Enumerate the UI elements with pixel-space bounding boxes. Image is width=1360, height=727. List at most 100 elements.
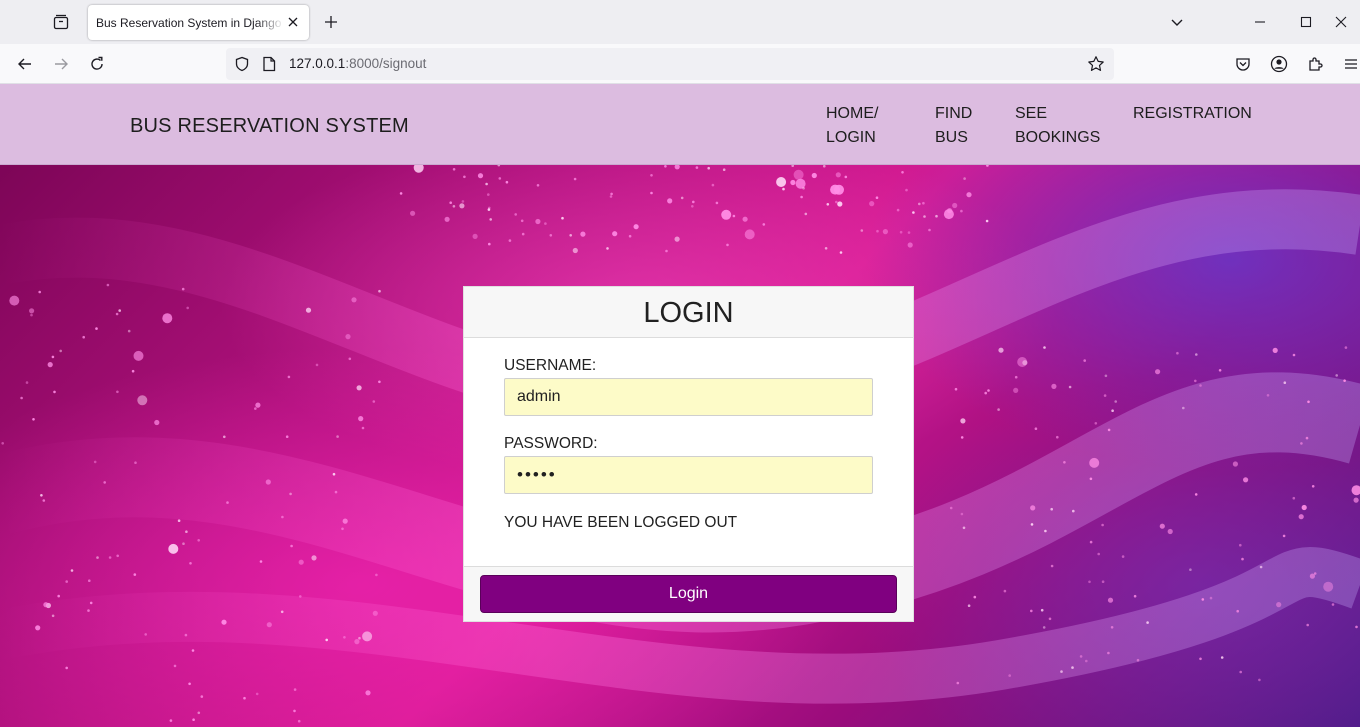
sparkle-particle — [997, 408, 1000, 411]
sparkle-particle — [1201, 598, 1205, 601]
sparkle-particle — [561, 216, 564, 220]
sparkle-particle — [116, 554, 119, 558]
sparkle-particle — [1311, 485, 1315, 488]
back-arrow-icon[interactable] — [11, 50, 39, 78]
sparkle-particle — [928, 228, 931, 232]
sparkle-particle — [984, 391, 987, 395]
sparkle-particle — [912, 211, 915, 214]
login-button[interactable]: Login — [480, 575, 897, 613]
nav-find-bus-line1: FIND — [935, 105, 973, 122]
sparkle-particle — [1344, 346, 1348, 349]
hamburger-menu-icon[interactable] — [1337, 50, 1360, 78]
sparkle-particle — [732, 214, 736, 218]
nav-home-login[interactable]: HOME/LOGIN — [826, 102, 878, 150]
reload-icon[interactable] — [83, 50, 111, 78]
close-window-icon[interactable] — [1327, 8, 1355, 36]
forward-arrow-icon[interactable] — [47, 50, 75, 78]
sparkle-particle — [375, 573, 378, 577]
sparkle-particle — [869, 201, 875, 207]
sparkle-particle — [168, 543, 179, 554]
sparkle-particle — [133, 573, 137, 576]
nav-see-bookings[interactable]: SEE BOOKINGS — [1015, 102, 1100, 150]
sparkle-particle — [297, 719, 301, 723]
sparkle-particle — [1056, 435, 1059, 439]
sparkle-particle — [882, 229, 889, 235]
close-tab-icon[interactable] — [285, 14, 301, 30]
address-bar[interactable]: 127.0.0.1:8000/signout — [226, 48, 1114, 80]
sparkle-particle — [477, 173, 484, 179]
sparkle-particle — [57, 594, 60, 598]
sparkle-particle — [336, 435, 339, 438]
sparkle-particle — [497, 165, 501, 167]
tab-list-icon[interactable] — [44, 8, 78, 36]
sparkle-particle — [259, 560, 263, 563]
sparkle-particle — [985, 219, 989, 223]
sparkle-particle — [197, 711, 201, 715]
browser-tab-bar: Bus Reservation System in Django F — [0, 0, 1360, 44]
browser-nav-bar: 127.0.0.1:8000/signout — [0, 44, 1360, 84]
sparkle-particle — [137, 395, 148, 406]
sparkle-particle — [305, 307, 312, 313]
maximize-window-icon[interactable] — [1292, 8, 1320, 36]
sparkle-particle — [410, 210, 416, 216]
sparkle-particle — [923, 215, 926, 218]
url-text[interactable]: 127.0.0.1:8000/signout — [289, 56, 426, 71]
nav-registration[interactable]: REGISTRATION — [1133, 102, 1252, 126]
sparkle-particle — [255, 692, 259, 696]
page-info-icon[interactable] — [262, 56, 276, 77]
sparkle-particle — [998, 347, 1004, 353]
sparkle-particle — [802, 186, 805, 190]
sparkle-particle — [266, 622, 272, 628]
sparkle-particle — [1155, 369, 1161, 375]
sparkle-particle — [299, 595, 302, 598]
sparkle-particle — [835, 172, 841, 178]
account-icon[interactable] — [1265, 50, 1293, 78]
sparkle-particle — [1071, 666, 1074, 669]
password-label: PASSWORD: — [504, 435, 598, 452]
sparkle-particle — [325, 638, 329, 642]
extensions-icon[interactable] — [1301, 50, 1329, 78]
sparkle-particle — [505, 180, 509, 184]
sparkle-particle — [154, 419, 160, 426]
pocket-icon[interactable] — [1229, 50, 1257, 78]
sparkle-particle — [1305, 436, 1309, 440]
sparkle-particle — [1014, 375, 1018, 379]
nav-home-login-line1: HOME/ — [826, 105, 879, 122]
sparkle-particle — [96, 556, 99, 559]
sparkle-particle — [1089, 540, 1093, 544]
list-all-tabs-chevron-icon[interactable] — [1163, 8, 1191, 36]
sparkle-particle — [1323, 581, 1334, 592]
new-tab-icon[interactable] — [320, 11, 342, 33]
sparkle-particle — [1283, 381, 1287, 384]
bookmark-star-icon[interactable] — [1087, 55, 1105, 78]
sparkle-particle — [488, 242, 491, 246]
sparkle-particle — [223, 435, 226, 439]
sparkle-particle — [987, 389, 990, 392]
sparkle-particle — [823, 165, 826, 168]
nav-find-bus[interactable]: FIND BUS — [935, 102, 972, 150]
password-input[interactable] — [504, 456, 873, 494]
sparkle-particle — [695, 166, 699, 169]
sparkle-particle — [221, 619, 227, 625]
sparkle-particle — [674, 236, 680, 242]
sparkle-particle — [1266, 394, 1270, 397]
browser-tab-active[interactable]: Bus Reservation System in Django F — [88, 5, 309, 40]
username-label: USERNAME: — [504, 357, 597, 374]
sparkle-particle — [42, 499, 46, 502]
minimize-window-icon[interactable] — [1246, 8, 1274, 36]
sparkle-particle — [1236, 609, 1239, 613]
sparkle-particle — [169, 719, 173, 722]
url-host: 127.0.0.1 — [289, 56, 346, 71]
sparkle-particle — [962, 526, 966, 530]
sparkle-particle — [1343, 379, 1346, 382]
shield-icon[interactable] — [234, 56, 250, 77]
sparkle-particle — [1107, 597, 1114, 603]
sparkle-particle — [569, 234, 572, 237]
sparkle-particle — [791, 165, 794, 167]
sparkle-particle — [20, 396, 23, 400]
sparkle-particle — [967, 604, 971, 607]
sparkle-particle — [963, 177, 966, 180]
username-input[interactable] — [504, 378, 873, 416]
sparkle-particle — [30, 313, 33, 317]
site-brand[interactable]: BUS RESERVATION SYSTEM — [130, 115, 409, 138]
